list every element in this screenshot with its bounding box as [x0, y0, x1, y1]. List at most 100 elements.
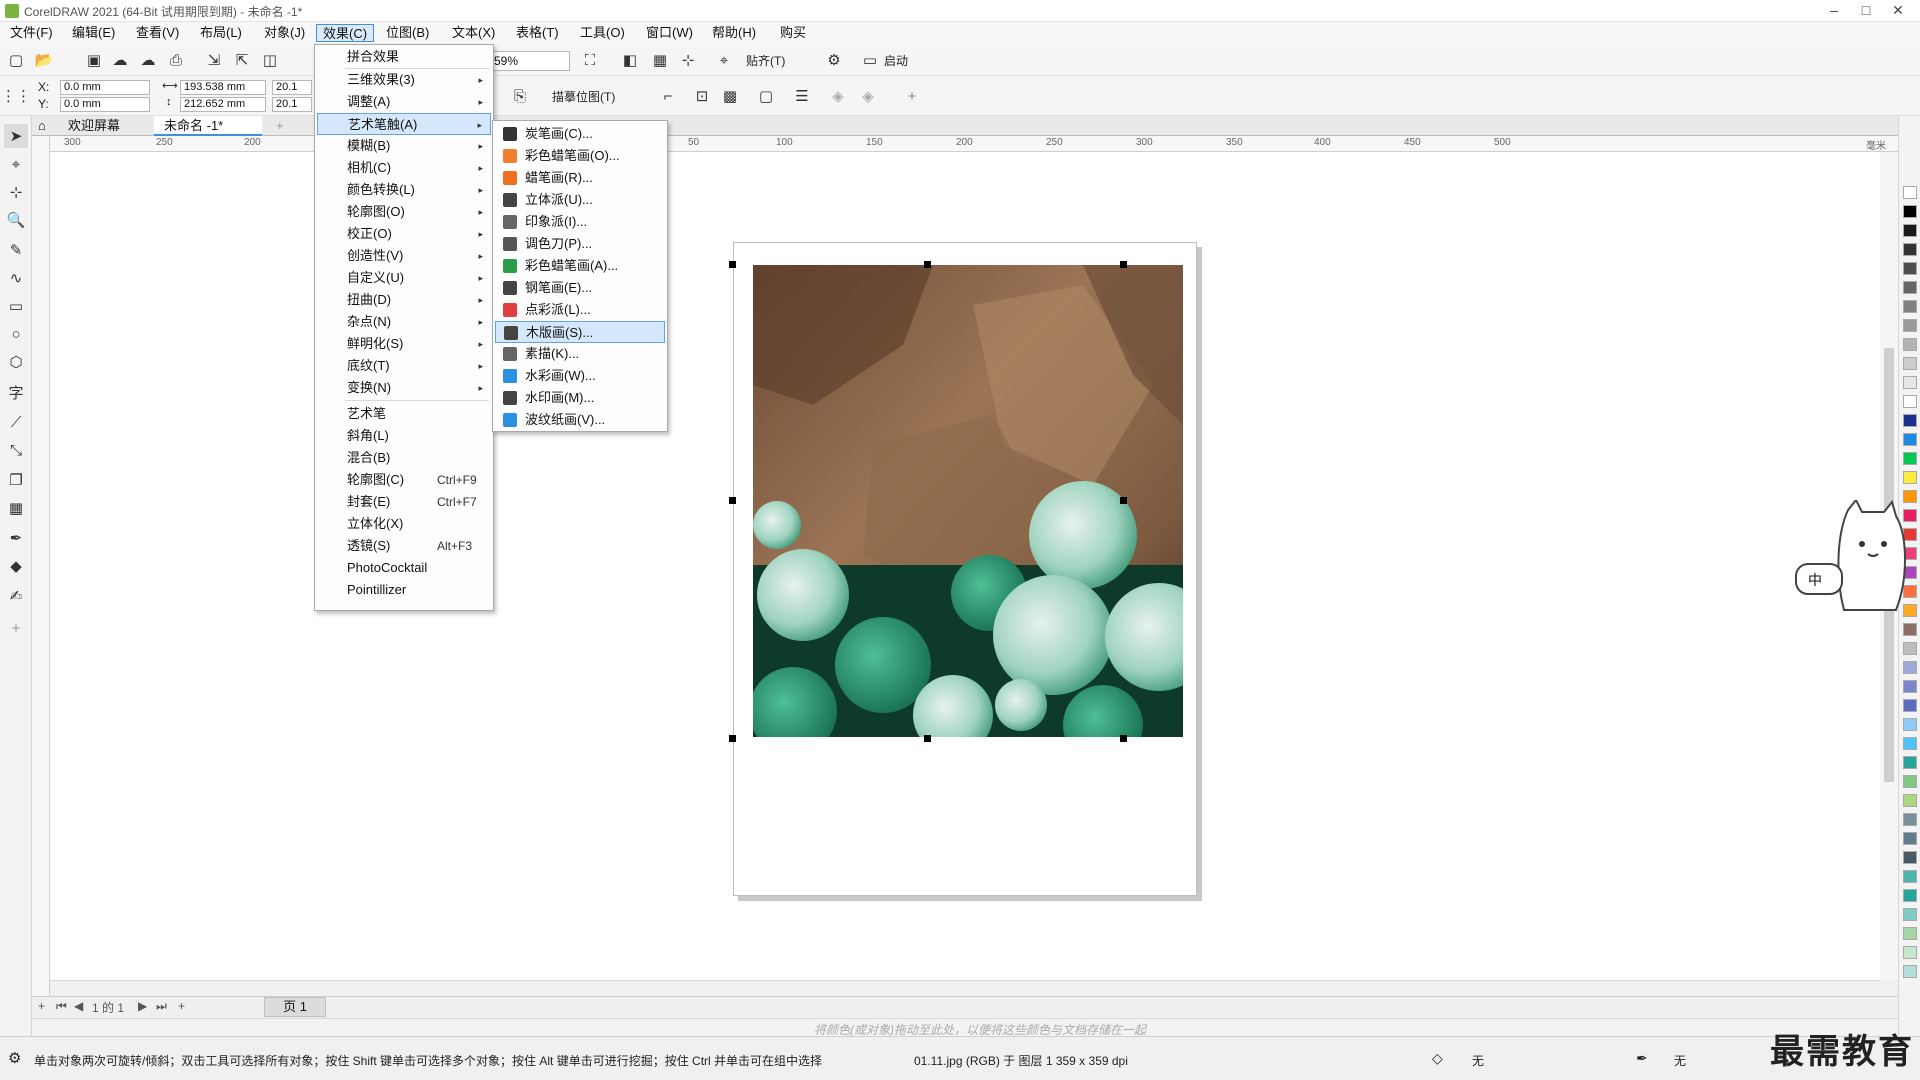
drop-shadow-icon[interactable]: ❐: [4, 468, 28, 492]
effects-menu-item[interactable]: 鲜明化(S) ▸: [317, 333, 491, 355]
palette-swatch[interactable]: [1903, 262, 1917, 275]
effects-menu-item[interactable]: 杂点(N) ▸: [317, 311, 491, 333]
polygon-tool-icon[interactable]: ⬡: [4, 350, 28, 374]
menu-layout[interactable]: 布局(L): [194, 24, 248, 42]
connector-tool-icon[interactable]: ⤡: [4, 438, 28, 462]
palette-swatch[interactable]: [1903, 870, 1917, 883]
palette-swatch[interactable]: [1903, 680, 1917, 693]
smart-fill-icon[interactable]: ✍: [4, 584, 28, 608]
palette-swatch[interactable]: [1903, 832, 1917, 845]
close-button[interactable]: ✕: [1884, 2, 1912, 20]
art-strokes-item[interactable]: 素描(K)...: [495, 343, 665, 365]
vertical-ruler[interactable]: [32, 136, 50, 996]
palette-swatch[interactable]: [1903, 642, 1917, 655]
height-field[interactable]: 212.652 mm: [180, 97, 266, 112]
art-strokes-item[interactable]: 水彩画(W)...: [495, 365, 665, 387]
palette-swatch[interactable]: [1903, 414, 1917, 427]
effects-menu-item[interactable]: Pointillizer: [317, 579, 491, 601]
effects-menu-item[interactable]: 校正(O) ▸: [317, 223, 491, 245]
add-page-before-button[interactable]: +: [38, 999, 45, 1013]
effects-menu-item[interactable]: 模糊(B) ▸: [317, 135, 491, 157]
scale-x-field[interactable]: 20.1: [272, 80, 312, 95]
next-page-button[interactable]: ▶: [138, 999, 147, 1013]
effects-menu-item[interactable]: 透镜(S) Alt+F3: [317, 535, 491, 557]
menu-buy[interactable]: 购买: [774, 24, 812, 42]
palette-swatch[interactable]: [1903, 965, 1917, 978]
selection-handle[interactable]: [729, 497, 736, 504]
menu-window[interactable]: 窗口(W): [640, 24, 699, 42]
palette-swatch[interactable]: [1903, 623, 1917, 636]
selection-handle[interactable]: [924, 261, 931, 268]
text-tool-icon[interactable]: 字: [4, 380, 28, 404]
art-strokes-item[interactable]: 蜡笔画(R)...: [495, 167, 665, 189]
effects-menu-item[interactable]: 底纹(T) ▸: [317, 355, 491, 377]
artistic-media-icon[interactable]: ∿: [4, 266, 28, 290]
full-screen-preview-icon[interactable]: ◧: [618, 48, 642, 72]
menu-bitmaps[interactable]: 位图(B): [380, 24, 435, 42]
art-strokes-item[interactable]: 调色刀(P)...: [495, 233, 665, 255]
trace-bitmap-dropdown[interactable]: 描摹位图(T): [552, 88, 615, 105]
arrange-back-icon[interactable]: ◈: [856, 84, 880, 108]
freehand-tool-icon[interactable]: ✎: [4, 238, 28, 262]
home-icon[interactable]: ⌂: [32, 116, 58, 136]
palette-swatch[interactable]: [1903, 395, 1917, 408]
edit-bitmap-icon[interactable]: ⎘: [508, 84, 532, 108]
effects-menu-item[interactable]: 混合(B): [317, 447, 491, 469]
x-position-field[interactable]: 0.0 mm: [60, 80, 150, 95]
export-icon[interactable]: ⇱: [230, 48, 254, 72]
add-page-after-button[interactable]: +: [178, 999, 185, 1013]
effects-menu-item[interactable]: 拼合效果: [317, 46, 491, 68]
palette-swatch[interactable]: [1903, 737, 1917, 750]
parallel-dimension-icon[interactable]: ⟋: [4, 410, 28, 434]
palette-swatch[interactable]: [1903, 889, 1917, 902]
selection-handle[interactable]: [1120, 261, 1127, 268]
ellipse-tool-icon[interactable]: ○: [4, 322, 28, 346]
floating-assistant-mascot[interactable]: 中: [1792, 498, 1910, 618]
pick-tool-icon[interactable]: ➤: [4, 124, 28, 148]
resample-icon[interactable]: ⊡: [690, 84, 714, 108]
launch-icon[interactable]: ▭: [858, 48, 882, 72]
snap-icon[interactable]: ⌖: [712, 48, 736, 72]
horizontal-scrollbar[interactable]: [50, 980, 1880, 994]
new-document-icon[interactable]: ▢: [4, 48, 28, 72]
palette-swatch[interactable]: [1903, 851, 1917, 864]
menu-edit[interactable]: 编辑(E): [66, 24, 121, 42]
snap-dropdown[interactable]: 贴齐(T): [746, 52, 785, 69]
crop-bitmap-icon[interactable]: ⌐: [656, 84, 680, 108]
selection-handle[interactable]: [729, 735, 736, 742]
zoom-to-page-icon[interactable]: ⛶: [578, 48, 602, 72]
show-guidelines-icon[interactable]: ⊹: [676, 48, 700, 72]
palette-swatch[interactable]: [1903, 946, 1917, 959]
menu-effects[interactable]: 效果(C): [316, 24, 375, 42]
palette-swatch[interactable]: [1903, 775, 1917, 788]
menu-file[interactable]: 文件(F): [4, 24, 59, 42]
palette-swatch[interactable]: [1903, 186, 1917, 199]
menu-text[interactable]: 文本(X): [446, 24, 501, 42]
menu-object[interactable]: 对象(J): [258, 24, 311, 42]
zoom-level-field[interactable]: 59%: [490, 51, 570, 71]
art-strokes-item[interactable]: 立体派(U)...: [495, 189, 665, 211]
selected-bitmap-image[interactable]: [753, 265, 1183, 737]
art-strokes-item[interactable]: 木版画(S)...: [495, 321, 665, 343]
selection-handle[interactable]: [1120, 735, 1127, 742]
effects-menu-item[interactable]: 变换(N) ▸: [317, 377, 491, 399]
menu-table[interactable]: 表格(T): [510, 24, 565, 42]
document-palette[interactable]: 将颜色(或对象)拖动至此处，以便将这些颜色与文档存储在一起: [32, 1018, 1902, 1037]
crop-tool-icon[interactable]: ⊹: [4, 180, 28, 204]
selection-handle[interactable]: [924, 735, 931, 742]
selection-handle[interactable]: [729, 261, 736, 268]
effects-menu-item[interactable]: 相机(C) ▸: [317, 157, 491, 179]
bitmap-color-mask-icon[interactable]: ▩: [718, 84, 742, 108]
effects-menu-item[interactable]: PhotoCocktail: [317, 557, 491, 579]
palette-swatch[interactable]: [1903, 471, 1917, 484]
palette-swatch[interactable]: [1903, 927, 1917, 940]
maximize-button[interactable]: □: [1852, 2, 1880, 20]
object-origin-icon[interactable]: ⋮⋮: [1, 84, 31, 108]
prev-page-button[interactable]: ◀: [74, 999, 83, 1013]
art-strokes-item[interactable]: 印象派(I)...: [495, 211, 665, 233]
palette-swatch[interactable]: [1903, 281, 1917, 294]
print-icon[interactable]: ⎙: [164, 48, 188, 72]
art-strokes-item[interactable]: 钢笔画(E)...: [495, 277, 665, 299]
menu-tools[interactable]: 工具(O): [574, 24, 631, 42]
palette-swatch[interactable]: [1903, 908, 1917, 921]
